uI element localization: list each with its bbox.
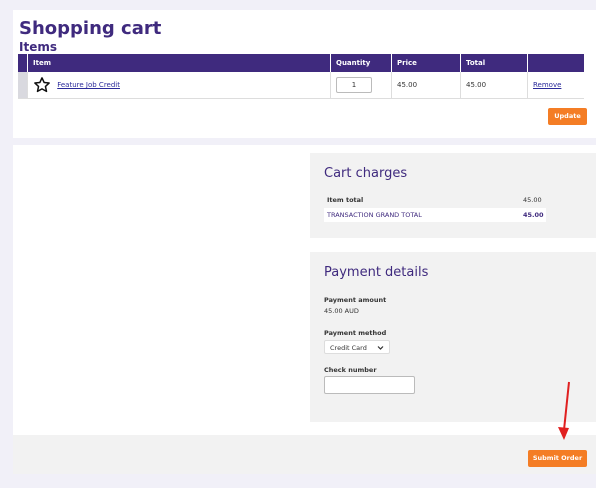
- table-row: Feature Job Credit 1 45.00 45.00 Remove: [18, 72, 584, 99]
- payment-method-label: Payment method: [324, 329, 387, 337]
- chevron-down-icon: [377, 341, 384, 360]
- item-total-label: Item total: [327, 196, 364, 204]
- items-panel: Shopping cart Items Item Quantity Price …: [13, 10, 596, 138]
- column-header-quantity: Quantity: [330, 54, 392, 72]
- star-icon: [33, 76, 51, 94]
- quantity-cell: 1: [330, 72, 392, 99]
- item-total-value: 45.00: [523, 196, 542, 204]
- update-button[interactable]: Update: [548, 108, 587, 125]
- remove-link[interactable]: Remove: [533, 81, 561, 89]
- check-number-input[interactable]: [324, 376, 415, 394]
- arrow-shaft: [563, 381, 570, 431]
- payment-details-card: Payment details Payment amount 45.00 AUD…: [310, 252, 596, 422]
- left-spacer: [13, 145, 303, 435]
- item-link[interactable]: Feature Job Credit: [57, 81, 120, 89]
- check-number-label: Check number: [324, 366, 377, 374]
- total-cell: 45.00: [460, 72, 528, 99]
- column-header-actions: [527, 54, 584, 72]
- row-handle-header: [18, 54, 28, 72]
- payment-amount-value: 45.00 AUD: [324, 307, 359, 315]
- cart-charges-card: Cart charges Item total 45.00 TRANSACTIO…: [310, 153, 596, 238]
- items-heading: Items: [19, 40, 57, 54]
- items-table: Item Quantity Price Total Feature Job Cr…: [18, 54, 584, 99]
- column-header-total: Total: [460, 54, 528, 72]
- payment-amount-label: Payment amount: [324, 296, 387, 304]
- item-cell: Feature Job Credit: [27, 72, 331, 99]
- cart-charges-title: Cart charges: [324, 166, 408, 181]
- payment-method-value: Credit Card: [330, 344, 367, 352]
- submit-order-button[interactable]: Submit Order: [528, 450, 587, 467]
- payment-method-select[interactable]: Credit Card: [324, 340, 390, 354]
- red-arrow-annotation: [558, 381, 570, 440]
- checkout-panel: Cart charges Item total 45.00 TRANSACTIO…: [13, 145, 596, 474]
- actions-cell: Remove: [527, 72, 584, 99]
- table-header-row: Item Quantity Price Total: [18, 54, 584, 72]
- grand-total-row: TRANSACTION GRAND TOTAL 45.00: [324, 208, 546, 222]
- price-cell: 45.00: [391, 72, 461, 99]
- payment-details-title: Payment details: [324, 265, 429, 280]
- arrow-head: [558, 427, 569, 440]
- page-title: Shopping cart: [19, 18, 162, 39]
- row-drag-handle[interactable]: [18, 72, 28, 99]
- column-header-price: Price: [391, 54, 461, 72]
- column-header-item: Item: [27, 54, 331, 72]
- grand-total-label: TRANSACTION GRAND TOTAL: [327, 211, 422, 219]
- grand-total-value: 45.00: [523, 211, 544, 219]
- quantity-input[interactable]: 1: [336, 77, 372, 93]
